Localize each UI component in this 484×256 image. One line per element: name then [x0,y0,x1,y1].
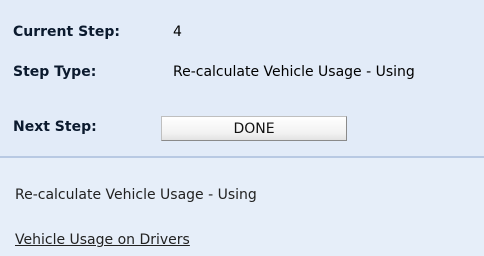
current-step-value: 4 [173,24,182,40]
step-type-label: Step Type: [13,64,97,80]
done-button[interactable]: DONE [161,116,347,141]
step-info-section: Current Step: 4 Step Type: Re-calculate … [0,0,484,156]
current-step-label: Current Step: [13,24,120,40]
step-panel: Current Step: 4 Step Type: Re-calculate … [0,0,484,256]
step-description: Re-calculate Vehicle Usage - Using [15,187,257,203]
current-step-row: Current Step: 4 [13,24,182,40]
next-step-row: Next Step: [13,119,97,135]
step-type-value: Re-calculate Vehicle Usage - Using [173,64,415,80]
next-step-label: Next Step: [13,119,97,135]
step-type-row: Step Type: Re-calculate Vehicle Usage - … [13,64,415,80]
vehicle-usage-link[interactable]: Vehicle Usage on Drivers [15,232,190,248]
